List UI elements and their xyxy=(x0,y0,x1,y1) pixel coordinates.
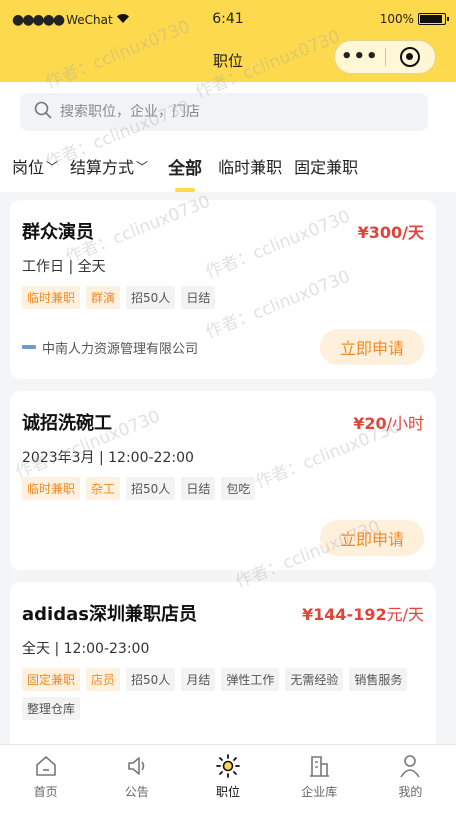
tab-notice[interactable]: 公告 xyxy=(91,745,182,814)
tag: 店员 xyxy=(86,668,121,691)
job-title: adidas深圳兼职店员 xyxy=(22,604,197,625)
filter-label: 临时兼职 xyxy=(218,158,283,177)
tag: 群演 xyxy=(86,286,121,309)
job-time: 工作日 | 全天 xyxy=(22,259,106,275)
tag: 杂工 xyxy=(86,477,121,500)
tab-fixed[interactable]: 固定兼职 xyxy=(288,154,364,178)
job-tags: 固定兼职 店员 招50人 月结 弹性工作 无需经验 销售服务 整理仓库 xyxy=(22,668,424,720)
job-list: 群众演员 ¥300/天 工作日 | 全天 临时兼职 群演 招50人 日结 中南人… xyxy=(10,200,436,772)
status-right: 100% xyxy=(379,12,449,26)
salary-amount: ¥144-192 xyxy=(302,605,387,624)
tab-jobs[interactable]: 职位 xyxy=(182,745,273,814)
filter-settlement[interactable]: 结算方式 ﹀ xyxy=(64,154,154,178)
tab-label: 公告 xyxy=(124,785,149,799)
battery-icon xyxy=(418,13,449,25)
status-bar: ●●●●● WeChat 6:41 100% xyxy=(0,0,456,40)
tab-companies[interactable]: 企业库 xyxy=(274,745,365,814)
tab-label: 我的 xyxy=(398,785,423,799)
nav-bar: 职位 ••• xyxy=(0,40,456,82)
company-logo-icon xyxy=(22,345,36,349)
target-icon xyxy=(400,47,421,67)
chevron-down-icon: ﹀ xyxy=(136,159,149,174)
search-input[interactable] xyxy=(60,104,360,120)
tab-label: 企业库 xyxy=(301,785,338,799)
job-card[interactable]: 群众演员 ¥300/天 工作日 | 全天 临时兼职 群演 招50人 日结 中南人… xyxy=(10,200,436,379)
tag: 无需经验 xyxy=(285,668,344,691)
building-icon xyxy=(310,756,330,777)
tag: 弹性工作 xyxy=(221,668,280,691)
job-tags: 临时兼职 群演 招50人 日结 xyxy=(22,286,424,309)
filter-label: 固定兼职 xyxy=(294,158,359,177)
tag: 固定兼职 xyxy=(22,668,81,691)
tab-all[interactable]: 全部 xyxy=(162,154,208,179)
more-icon[interactable]: ••• xyxy=(335,48,385,66)
salary-amount: ¥20 xyxy=(353,414,387,433)
tag: 招50人 xyxy=(126,668,176,691)
tag: 临时兼职 xyxy=(22,286,81,309)
tag: 日结 xyxy=(181,477,216,500)
job-salary: ¥300/天 xyxy=(357,223,424,242)
tab-temporary[interactable]: 临时兼职 xyxy=(212,154,288,178)
home-icon xyxy=(35,756,56,776)
search-section xyxy=(0,82,456,140)
tag: 日结 xyxy=(181,286,216,309)
tag: 临时兼职 xyxy=(22,477,81,500)
tab-label: 职位 xyxy=(216,785,241,799)
miniprogram-capsule: ••• xyxy=(334,40,436,74)
tag: 销售服务 xyxy=(349,668,408,691)
megaphone-icon xyxy=(127,757,145,775)
sun-icon xyxy=(216,754,240,778)
tab-bar: 首页 公告 职位 企业库 我的 xyxy=(0,744,456,814)
job-salary: ¥20/小时 xyxy=(353,410,424,434)
battery-label: 100% xyxy=(379,12,414,26)
job-card[interactable]: adidas深圳兼职店员 ¥144-192元/天 全天 | 12:00-23:0… xyxy=(10,582,436,760)
tag: 月结 xyxy=(181,668,216,691)
search-icon xyxy=(34,101,52,123)
company-info[interactable]: 中南人力资源管理有限公司 xyxy=(22,338,198,357)
apply-button[interactable]: 立即申请 xyxy=(320,329,424,365)
tag: 招50人 xyxy=(126,477,176,500)
tab-home[interactable]: 首页 xyxy=(0,745,91,814)
tab-label: 首页 xyxy=(33,785,58,799)
filter-label: 岗位 xyxy=(12,158,45,177)
job-card[interactable]: 诚招洗碗工 ¥20/小时 2023年3月 | 12:00-22:00 临时兼职 … xyxy=(10,391,436,570)
salary-unit: 元/天 xyxy=(386,605,424,624)
tag: 包吃 xyxy=(221,477,256,500)
tag: 整理仓库 xyxy=(22,697,81,720)
tab-mine[interactable]: 我的 xyxy=(365,745,456,814)
job-title: 群众演员 xyxy=(22,222,94,243)
company-name: 中南人力资源管理有限公司 xyxy=(42,341,199,357)
job-salary: ¥144-192元/天 xyxy=(302,601,424,625)
apply-button[interactable]: 立即申请 xyxy=(320,520,424,556)
close-miniprogram-button[interactable] xyxy=(385,47,435,67)
tag: 招50人 xyxy=(126,286,176,309)
job-tags: 临时兼职 杂工 招50人 日结 包吃 xyxy=(22,477,424,500)
job-title: 诚招洗碗工 xyxy=(22,413,112,434)
filter-position[interactable]: 岗位 ﹀ xyxy=(0,154,64,178)
filter-label: 全部 xyxy=(168,158,203,179)
job-time: 2023年3月 | 12:00-22:00 xyxy=(22,450,194,466)
search-box[interactable] xyxy=(20,93,428,131)
chevron-down-icon: ﹀ xyxy=(46,159,59,174)
person-icon xyxy=(400,755,421,778)
job-time: 全天 | 12:00-23:00 xyxy=(22,641,150,657)
salary-unit: /小时 xyxy=(386,414,424,433)
filter-bar: 岗位 ﹀ 结算方式 ﹀ 全部 临时兼职 固定兼职 xyxy=(0,140,456,192)
filter-label: 结算方式 xyxy=(70,158,135,177)
